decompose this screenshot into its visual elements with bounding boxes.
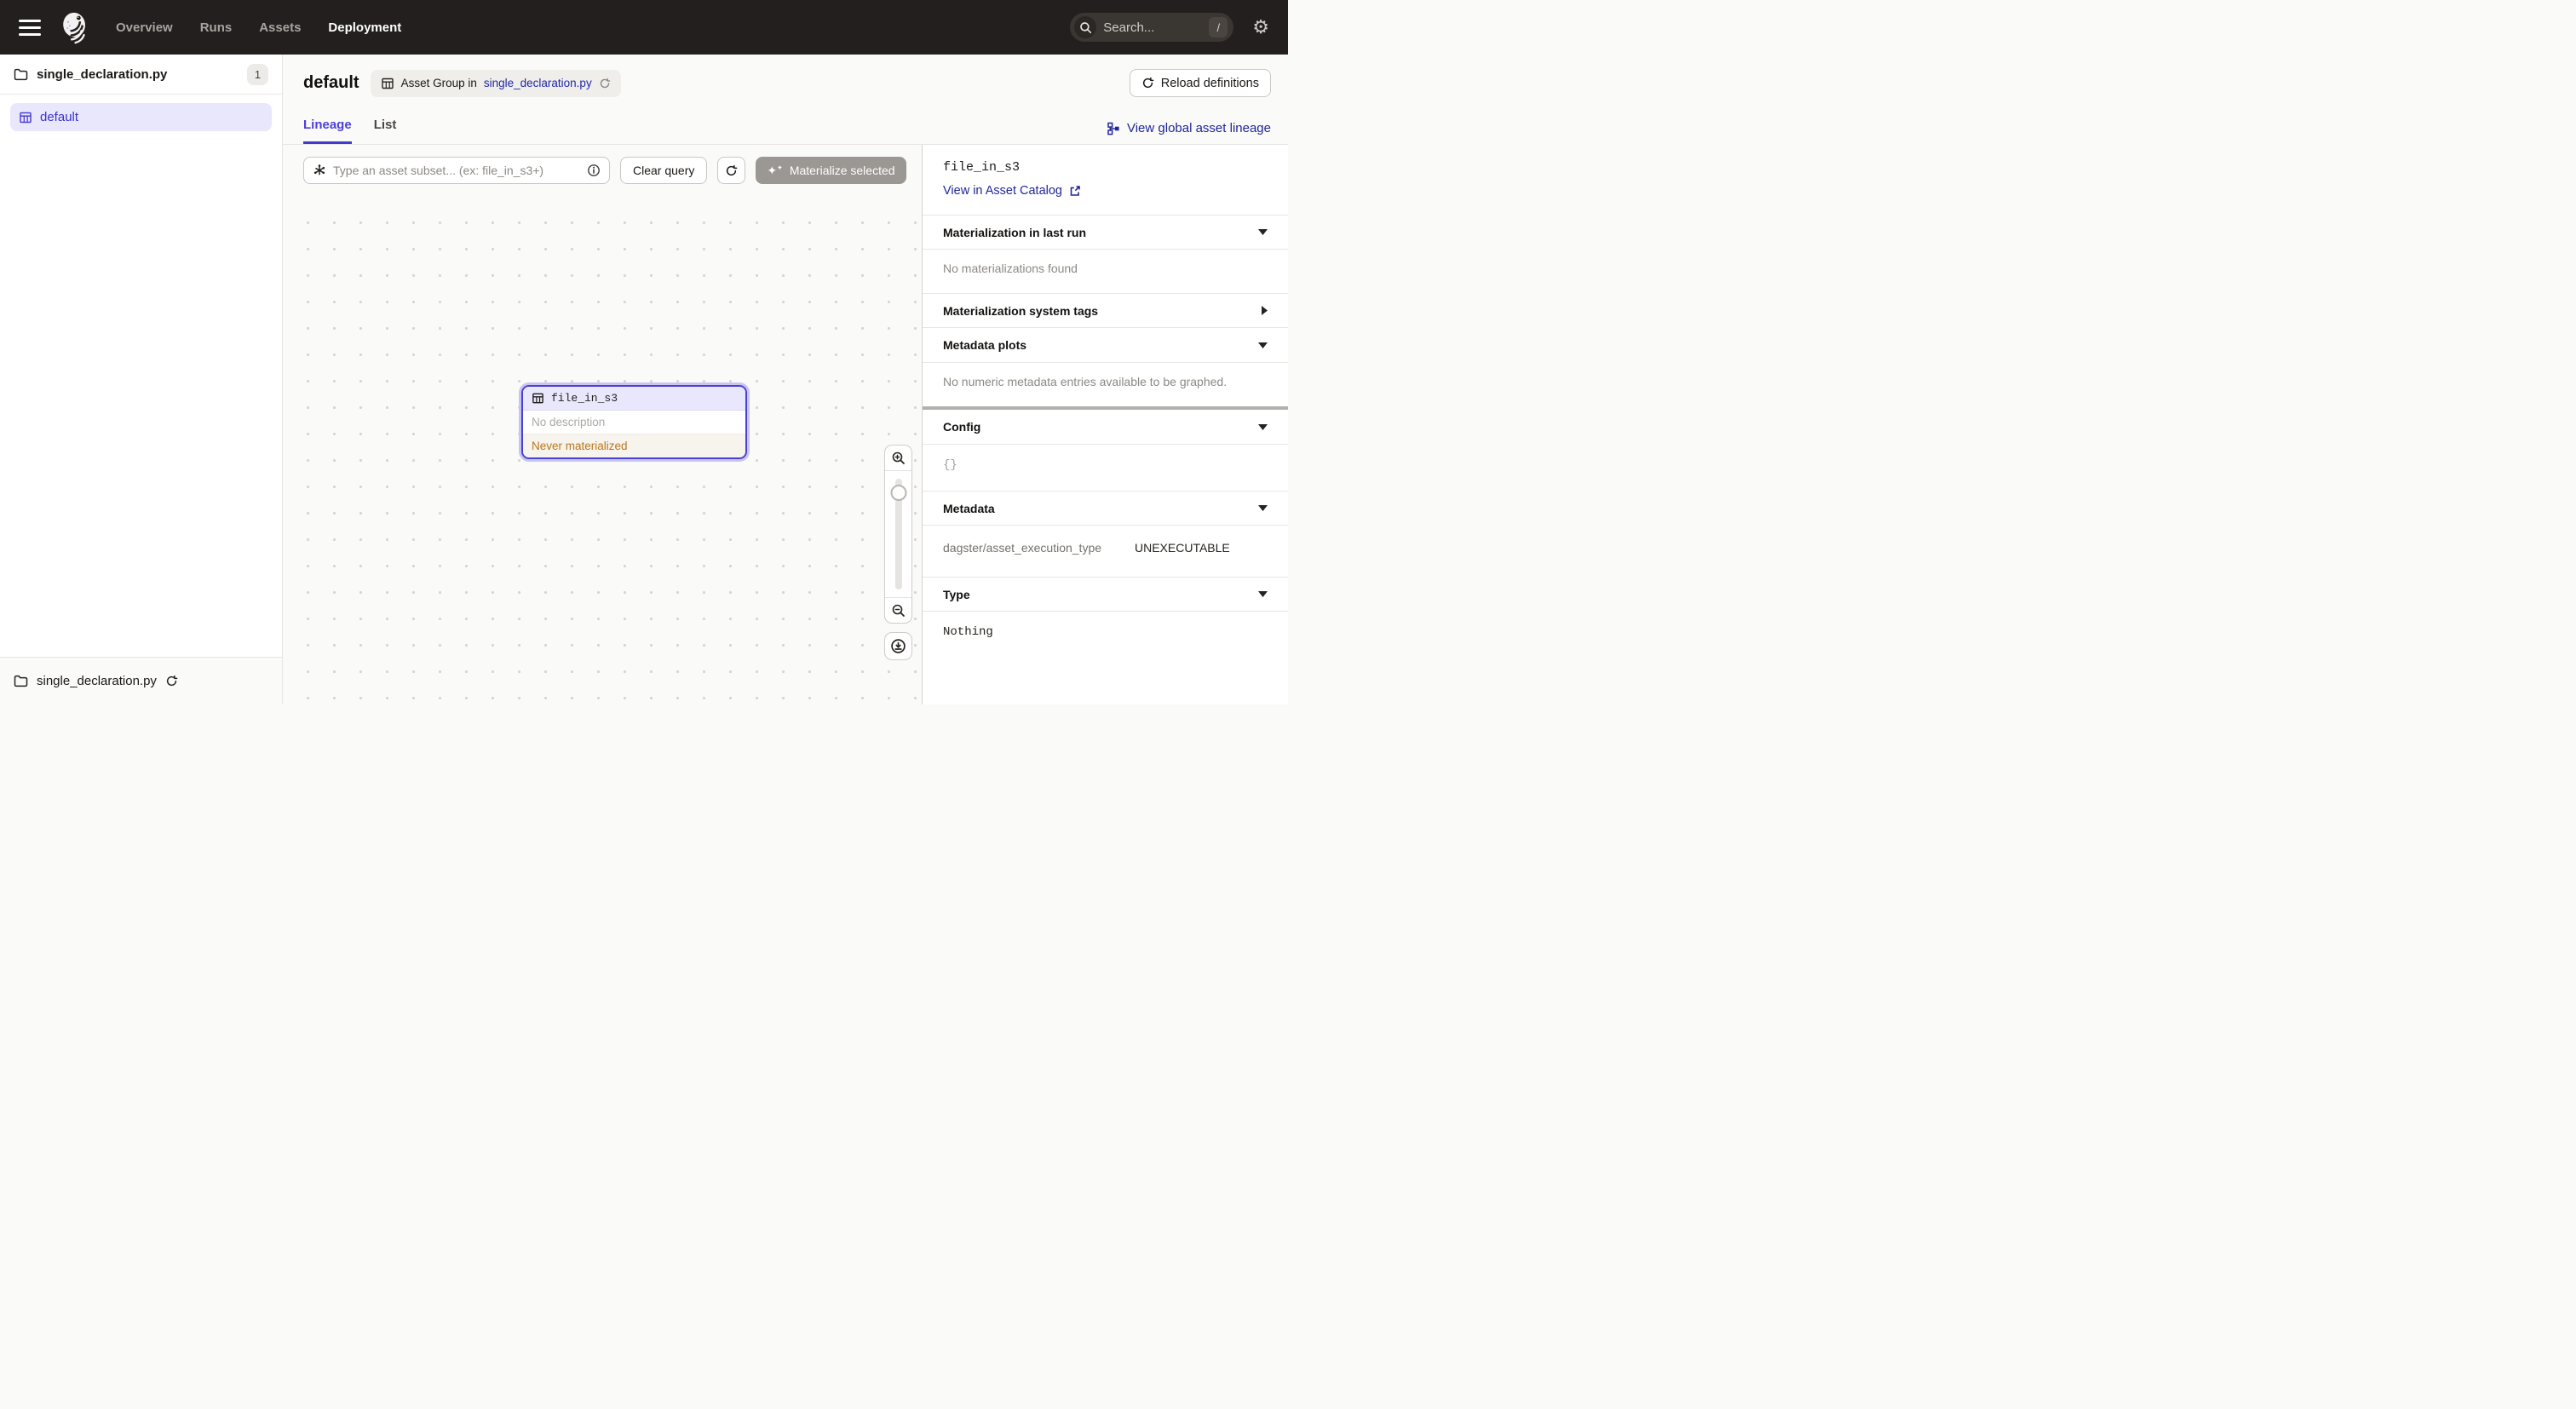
zoom-slider[interactable] <box>885 471 911 597</box>
nav-assets[interactable]: Assets <box>259 20 301 35</box>
folder-icon <box>14 68 28 81</box>
asset-query-field[interactable] <box>303 157 610 184</box>
nav-overview[interactable]: Overview <box>116 20 173 35</box>
dagster-logo <box>58 9 94 45</box>
primary-nav: Overview Runs Assets Deployment <box>116 20 401 35</box>
materialize-selected-button[interactable]: ✦✦ Materialize selected <box>756 157 906 184</box>
asset-group-context-pill: Asset Group in single_declaration.py <box>371 70 621 97</box>
section-config[interactable]: Config <box>923 410 1288 445</box>
view-in-asset-catalog-link[interactable]: View in Asset Catalog <box>943 184 1081 198</box>
config-value: {} <box>923 445 1288 491</box>
search-shortcut-key: / <box>1209 17 1228 37</box>
chevron-down-icon <box>1258 591 1268 597</box>
clear-query-button[interactable]: Clear query <box>620 157 707 184</box>
zoom-in-button[interactable] <box>885 446 911 471</box>
search-icon <box>1074 16 1096 38</box>
external-link-icon <box>1069 185 1081 197</box>
tab-list[interactable]: List <box>374 118 397 144</box>
metadata-value: UNEXECUTABLE <box>1135 541 1230 555</box>
type-value: Nothing <box>923 612 1288 653</box>
zoom-out-button[interactable] <box>885 597 911 623</box>
chevron-down-icon <box>1258 505 1268 511</box>
footer-repo-name: single_declaration.py <box>37 674 157 688</box>
section-metadata[interactable]: Metadata <box>923 491 1288 526</box>
tabs-row: Lineage List View global asset lineage <box>283 110 1288 145</box>
section-metadata-plots[interactable]: Metadata plots <box>923 328 1288 363</box>
chevron-down-icon <box>1258 424 1268 430</box>
reload-context-icon[interactable] <box>599 78 611 89</box>
materialization-empty-text: No materializations found <box>923 250 1288 293</box>
search-box[interactable]: / <box>1070 13 1233 42</box>
view-global-asset-lineage-link[interactable]: View global asset lineage <box>1107 121 1271 144</box>
chevron-down-icon <box>1258 229 1268 235</box>
main-area: default Asset Group in single_declaratio… <box>283 55 1288 704</box>
reload-repo-icon[interactable] <box>165 675 178 687</box>
metadata-plots-empty-text: No numeric metadata entries available to… <box>923 363 1288 406</box>
asset-node-status: Never materialized <box>523 434 745 457</box>
zoom-controls <box>884 445 912 660</box>
refresh-icon <box>1141 77 1154 89</box>
asset-group-icon <box>381 77 394 90</box>
menu-icon[interactable] <box>19 20 41 36</box>
folder-icon <box>14 675 28 687</box>
context-prefix: Asset Group in <box>401 77 477 89</box>
asset-subset-icon <box>313 164 326 177</box>
sidebar-item-group-default[interactable]: default <box>10 103 272 131</box>
lineage-canvas[interactable]: Clear query ✦✦ Materialize selected <box>283 145 922 704</box>
chevron-down-icon <box>1258 342 1268 348</box>
download-image-button[interactable] <box>884 632 912 660</box>
info-icon[interactable] <box>587 164 601 177</box>
asset-node-description: No description <box>523 411 745 434</box>
metadata-key: dagster/asset_execution_type <box>943 541 1135 555</box>
lineage-graph-icon <box>1107 122 1120 135</box>
asset-query-input[interactable] <box>333 164 580 177</box>
asset-group-icon <box>19 111 32 124</box>
sidebar: single_declaration.py 1 default single_d… <box>0 55 283 704</box>
table-icon <box>532 392 544 405</box>
lineage-toolbar: Clear query ✦✦ Materialize selected <box>303 157 906 184</box>
sidebar-item-repo[interactable]: single_declaration.py 1 <box>0 55 282 95</box>
nav-deployment[interactable]: Deployment <box>328 20 401 35</box>
asset-title: file_in_s3 <box>943 160 1268 175</box>
repo-name: single_declaration.py <box>37 67 167 82</box>
nav-runs[interactable]: Runs <box>200 20 233 35</box>
metadata-row: dagster/asset_execution_type UNEXECUTABL… <box>943 541 1268 555</box>
gear-icon[interactable]: ⚙ <box>1252 18 1269 37</box>
search-input[interactable] <box>1103 20 1202 35</box>
section-materialization-system-tags[interactable]: Materialization system tags <box>923 293 1288 328</box>
asset-detail-panel: file_in_s3 View in Asset Catalog Materia… <box>922 145 1288 704</box>
zoom-slider-thumb[interactable] <box>890 485 906 501</box>
page-title: default <box>303 73 359 93</box>
reload-definitions-button[interactable]: Reload definitions <box>1130 69 1271 97</box>
asset-node-name: file_in_s3 <box>551 392 618 405</box>
chevron-right-icon <box>1262 306 1268 315</box>
repo-count-badge: 1 <box>247 64 268 85</box>
section-type[interactable]: Type <box>923 577 1288 612</box>
asset-node-file-in-s3[interactable]: file_in_s3 No description Never material… <box>521 385 747 459</box>
page-header: default Asset Group in single_declaratio… <box>283 55 1288 97</box>
section-materialization-last-run[interactable]: Materialization in last run <box>923 215 1288 250</box>
context-repo-link[interactable]: single_declaration.py <box>484 77 592 89</box>
sidebar-footer: single_declaration.py <box>0 657 282 704</box>
sparkle-icon: ✦✦ <box>767 164 782 176</box>
tab-lineage[interactable]: Lineage <box>303 118 352 144</box>
top-nav: Overview Runs Assets Deployment / ⚙ <box>0 0 1288 55</box>
refresh-graph-button[interactable] <box>717 157 745 184</box>
group-label: default <box>40 110 78 124</box>
